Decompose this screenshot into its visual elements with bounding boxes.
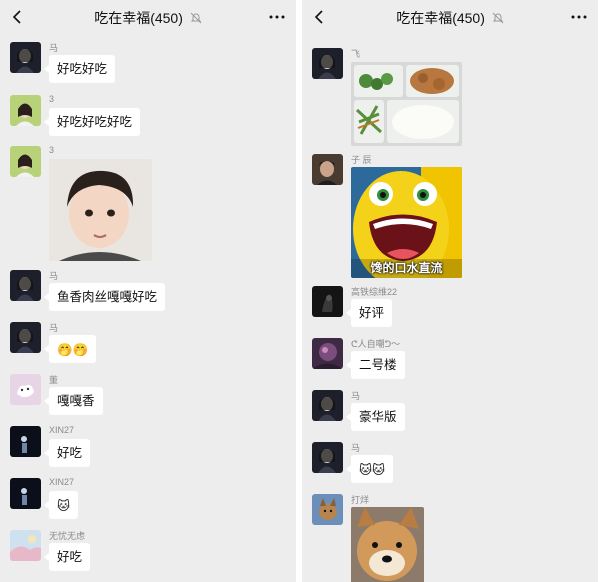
sender-name: 3 [49, 145, 55, 155]
sender-name: XIN27 [49, 425, 75, 435]
avatar[interactable] [312, 390, 343, 421]
chat-title: 吃在幸福(450) [302, 8, 598, 28]
avatar[interactable] [10, 322, 41, 353]
message-bubble[interactable]: 鱼香肉丝嘎嘎好吃 [43, 283, 166, 311]
sender-name: 高铁综维22 [351, 287, 398, 297]
sender-name: 马 [351, 443, 361, 453]
sender-name: 董 [49, 375, 59, 385]
avatar[interactable] [312, 338, 343, 369]
sender-name: 飞 [351, 49, 361, 59]
sender-name: 马 [49, 43, 59, 53]
sender-name: 无忧无虑 [49, 531, 86, 541]
avatar[interactable] [10, 95, 41, 126]
avatar[interactable] [312, 154, 343, 185]
sender-name: 3 [49, 94, 55, 104]
sender-name: 马 [49, 271, 59, 281]
sticker-caption: 馋的口水直流 [370, 261, 443, 275]
avatar[interactable] [10, 270, 41, 301]
avatar[interactable] [10, 426, 41, 457]
photo-message[interactable] [49, 159, 152, 261]
sticker-message[interactable]: 馋的口水直流 [351, 167, 462, 278]
avatar[interactable] [10, 146, 41, 177]
avatar[interactable] [10, 478, 41, 509]
message-bubble[interactable]: 好吃好吃好吃 [43, 108, 141, 136]
bell-off-icon [190, 12, 202, 24]
emoji-text: 🤭🤭 [57, 342, 89, 357]
sender-name: XIN27 [49, 477, 75, 487]
sender-name: 马 [49, 323, 59, 333]
photo-message[interactable] [351, 507, 424, 582]
avatar[interactable] [312, 286, 343, 317]
chat-panel-right: 吃在幸福(450) 飞 子 辰 馋的口水直流 高铁综维22 好评 ᕦ人自嘲ᕤ〜 … [302, 0, 598, 582]
chat-title: 吃在幸福(450) [0, 8, 296, 28]
message-bubble[interactable]: 好吃 [43, 439, 91, 467]
avatar[interactable] [312, 48, 343, 79]
message-bubble[interactable]: 嘎嘎香 [44, 387, 103, 415]
emoji-bubble[interactable]: 🐱🐱 [345, 455, 394, 483]
avatar[interactable] [10, 42, 41, 73]
sender-name: ᕦ人自嘲ᕤ〜 [351, 339, 401, 349]
message-bubble[interactable]: 二号楼 [346, 351, 405, 379]
photo-message[interactable] [351, 62, 462, 146]
message-bubble[interactable]: 好评 [345, 299, 393, 327]
sender-name: 打烊 [351, 495, 370, 505]
sender-name: 马 [351, 391, 361, 401]
emoji-text: 🐱 [57, 498, 71, 513]
message-bubble[interactable]: 豪华版 [346, 403, 405, 431]
emoji-bubble[interactable]: 🤭🤭 [43, 335, 97, 363]
bell-off-icon [492, 12, 504, 24]
avatar[interactable] [312, 442, 343, 473]
chat-header: 吃在幸福(450) [0, 0, 296, 34]
avatar[interactable] [10, 530, 41, 561]
more-dots-icon[interactable] [268, 9, 286, 25]
message-bubble[interactable]: 好吃好吃 [43, 55, 116, 83]
chat-panel-left: 吃在幸福(450) 马 好吃好吃 3 好吃好吃好吃 3 马 鱼香肉丝嘎嘎好吃 马… [0, 0, 296, 582]
avatar[interactable] [312, 494, 343, 525]
emoji-bubble[interactable]: 🐱 [43, 491, 79, 519]
chat-header: 吃在幸福(450) [302, 0, 598, 34]
more-dots-icon[interactable] [570, 9, 588, 25]
message-bubble[interactable]: 好吃 [43, 543, 91, 571]
avatar[interactable] [10, 374, 41, 405]
emoji-text: 🐱🐱 [359, 462, 386, 477]
sender-name: 子 辰 [351, 155, 372, 165]
